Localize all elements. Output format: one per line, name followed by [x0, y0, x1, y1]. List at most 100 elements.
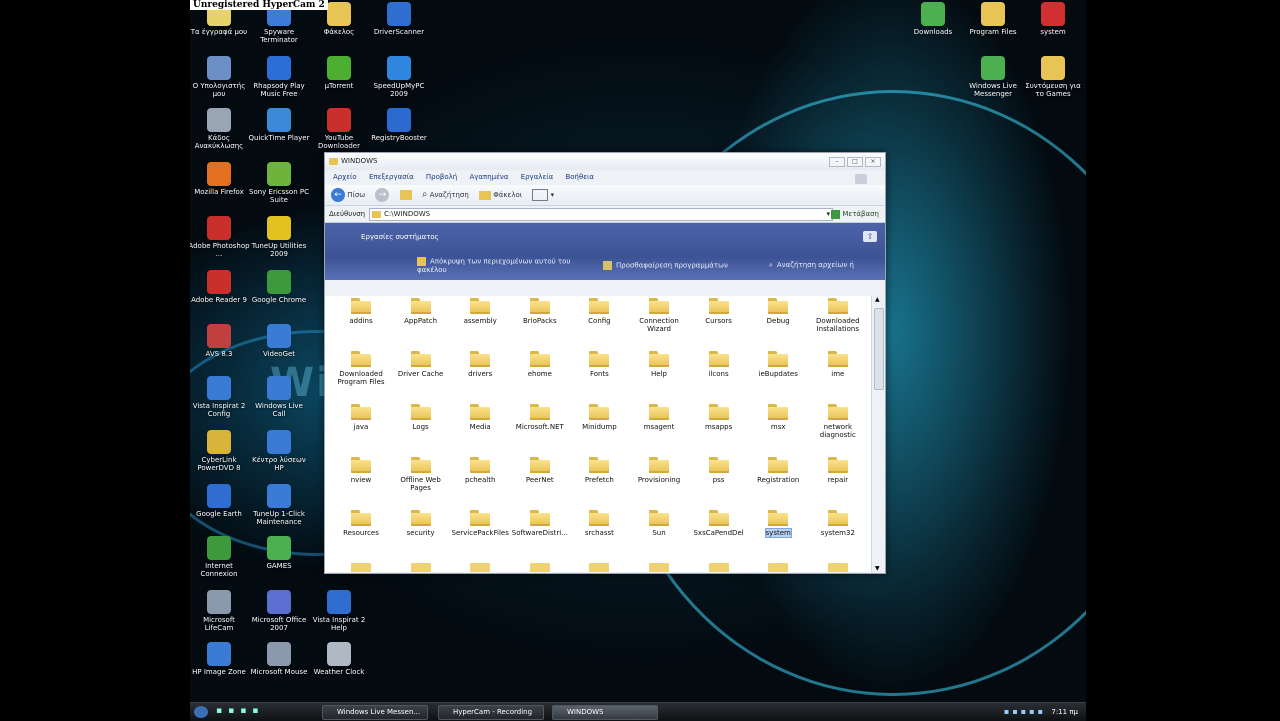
menu-file[interactable]: Αρχείο [333, 173, 357, 181]
task-add-remove-programs[interactable]: Προσθαφαίρεση προγραμμάτων [603, 261, 728, 270]
desktop-icon[interactable]: Internet Connexion [190, 536, 250, 578]
desktop-icon[interactable]: Windows Live Call [248, 376, 310, 418]
taskbar-button-windows[interactable]: WINDOWS [552, 705, 658, 720]
maximize-button[interactable]: □ [847, 157, 863, 167]
folder-item[interactable]: system32 [808, 510, 868, 537]
desktop-icon[interactable]: SpeedUpMyPC 2009 [368, 56, 430, 98]
views-button[interactable]: ▾ [532, 185, 554, 205]
desktop-icon[interactable]: TuneUp Utilities 2009 [248, 216, 310, 258]
menu-tools[interactable]: Εργαλεία [521, 173, 554, 181]
menu-edit[interactable]: Επεξεργασία [369, 173, 414, 181]
desktop-icon[interactable]: Downloads [902, 2, 964, 36]
menu-view[interactable]: Προβολή [426, 173, 457, 181]
desktop-icon[interactable]: DriverScanner [368, 2, 430, 36]
folder-item[interactable]: msapps [689, 404, 749, 431]
folder-item[interactable]: network diagnostic [808, 404, 868, 439]
folder-item[interactable]: addins [331, 298, 391, 325]
folder-item[interactable]: Logs [391, 404, 451, 431]
folder-item[interactable]: Config [569, 298, 629, 325]
folder-item[interactable]: Help [629, 351, 689, 378]
folder-item[interactable]: Resources [331, 510, 391, 537]
collapse-tasks-button[interactable]: ⇧ [863, 231, 877, 242]
taskbar-button-messenger[interactable]: Windows Live Messen... [322, 705, 428, 720]
system-tray[interactable]: ▪▪▪▪▪ [1004, 707, 1046, 717]
desktop-icon[interactable]: Microsoft LifeCam [190, 590, 250, 632]
desktop-icon[interactable]: Ο Υπολογιστής μου [190, 56, 250, 98]
folder-item[interactable]: security [391, 510, 451, 537]
folder-item[interactable]: Fonts [569, 351, 629, 378]
desktop-icon[interactable]: Rhapsody Play Music Free [248, 56, 310, 98]
desktop-icon[interactable]: Vista Inspirat 2 Config [190, 376, 250, 418]
quick-launch[interactable]: ▪▪▪▪ [216, 706, 264, 717]
close-button[interactable]: × [865, 157, 881, 167]
desktop-icon[interactable]: Συντόμευση για το Games [1022, 56, 1084, 98]
task-search-files[interactable]: ⌕ Αναζήτηση αρχείων ή [769, 261, 854, 270]
folder-item[interactable]: Downloaded Program Files [331, 351, 391, 386]
folder-item[interactable]: ehome [510, 351, 570, 378]
folder-item[interactable]: Microsoft.NET [510, 404, 570, 431]
desktop-icon[interactable]: system [1022, 2, 1084, 36]
folder-item[interactable]: ServicePackFiles [450, 510, 510, 537]
folder-item[interactable]: ilcons [689, 351, 749, 378]
forward-button[interactable]: → [375, 185, 390, 205]
folder-item[interactable]: repair [808, 457, 868, 484]
vertical-scrollbar[interactable]: ▲ ▼ [871, 296, 885, 572]
folder-item[interactable]: drivers [450, 351, 510, 378]
scroll-down-icon[interactable]: ▼ [875, 565, 880, 572]
folder-item[interactable]: msagent [629, 404, 689, 431]
desktop-icon[interactable]: Κάδος Ανακύκλωσης [190, 108, 250, 150]
desktop-icon[interactable]: Vista Inspirat 2 Help [308, 590, 370, 632]
folder-item[interactable]: Provisioning [629, 457, 689, 484]
back-button[interactable]: ← Πίσω [331, 185, 365, 205]
desktop-icon[interactable]: CyberLink PowerDVD 8 [190, 430, 250, 472]
taskbar-button-hypercam[interactable]: HyperCam - Recording [438, 705, 544, 720]
desktop-icon[interactable]: Microsoft Mouse [248, 642, 310, 676]
folder-item[interactable]: nview [331, 457, 391, 484]
folder-item[interactable]: BrioPacks [510, 298, 570, 325]
folder-item[interactable]: Offline Web Pages [391, 457, 451, 492]
folder-item[interactable]: Registration [748, 457, 808, 484]
desktop-icon[interactable]: Microsoft Office 2007 [248, 590, 310, 632]
scrollbar-thumb[interactable] [874, 308, 884, 390]
folder-item[interactable]: java [331, 404, 391, 431]
desktop-icon[interactable]: Windows Live Messenger [962, 56, 1024, 98]
folder-item[interactable]: ieBupdates [748, 351, 808, 378]
folder-item[interactable]: AppPatch [391, 298, 451, 325]
folder-item[interactable]: msx [748, 404, 808, 431]
desktop-icon[interactable]: TuneUp 1-Click Maintenance [248, 484, 310, 526]
task-hide-contents[interactable]: Απόκρυψη των περιεχομένων αυτού του φακέ… [417, 257, 587, 274]
folder-item[interactable]: system [748, 510, 808, 538]
folder-item[interactable]: Cursors [689, 298, 749, 325]
folders-button[interactable]: Φάκελοι [479, 185, 522, 205]
desktop-icon[interactable]: Adobe Photoshop ... [190, 216, 250, 258]
desktop-icon[interactable]: μTorrent [308, 56, 370, 90]
minimize-button[interactable]: – [829, 157, 845, 167]
address-input[interactable]: C:\WINDOWS ▾ [369, 208, 833, 221]
desktop-icon[interactable]: Weather Clock [308, 642, 370, 676]
folder-item[interactable]: Downloaded Installations [808, 298, 868, 333]
folder-item[interactable]: ime [808, 351, 868, 378]
folder-item[interactable]: pchealth [450, 457, 510, 484]
folder-item[interactable]: assembly [450, 298, 510, 325]
desktop-icon[interactable]: Sony Ericsson PC Suite [248, 162, 310, 204]
up-folder-button[interactable] [399, 185, 412, 205]
search-button[interactable]: ⌕ Αναζήτηση [422, 185, 469, 205]
desktop-icon[interactable]: Program Files [962, 2, 1024, 36]
folder-item[interactable]: Debug [748, 298, 808, 325]
folder-item[interactable]: PeerNet [510, 457, 570, 484]
folder-item[interactable]: Prefetch [569, 457, 629, 484]
menu-favorites[interactable]: Αγαπημένα [469, 173, 508, 181]
desktop-icon[interactable]: HP Image Zone [190, 642, 250, 676]
folder-item[interactable]: Media [450, 404, 510, 431]
folder-item[interactable]: SoftwareDistri... [510, 510, 570, 537]
window-titlebar[interactable]: WINDOWS – □ × [325, 153, 885, 170]
desktop-icon[interactable]: VideoGet [248, 324, 310, 358]
address-dropdown-icon[interactable]: ▾ [826, 209, 830, 220]
explorer-window[interactable]: WINDOWS – □ × Αρχείο Επεξεργασία Προβολή… [324, 152, 886, 574]
start-button[interactable] [194, 706, 208, 718]
desktop-icon[interactable]: Google Earth [190, 484, 250, 518]
desktop-icon[interactable]: Google Chrome [248, 270, 310, 304]
desktop-icon[interactable]: GAMES [248, 536, 310, 570]
folder-item[interactable]: SxsCaPendDel [689, 510, 749, 537]
go-button[interactable]: Μετάβαση [831, 206, 879, 222]
